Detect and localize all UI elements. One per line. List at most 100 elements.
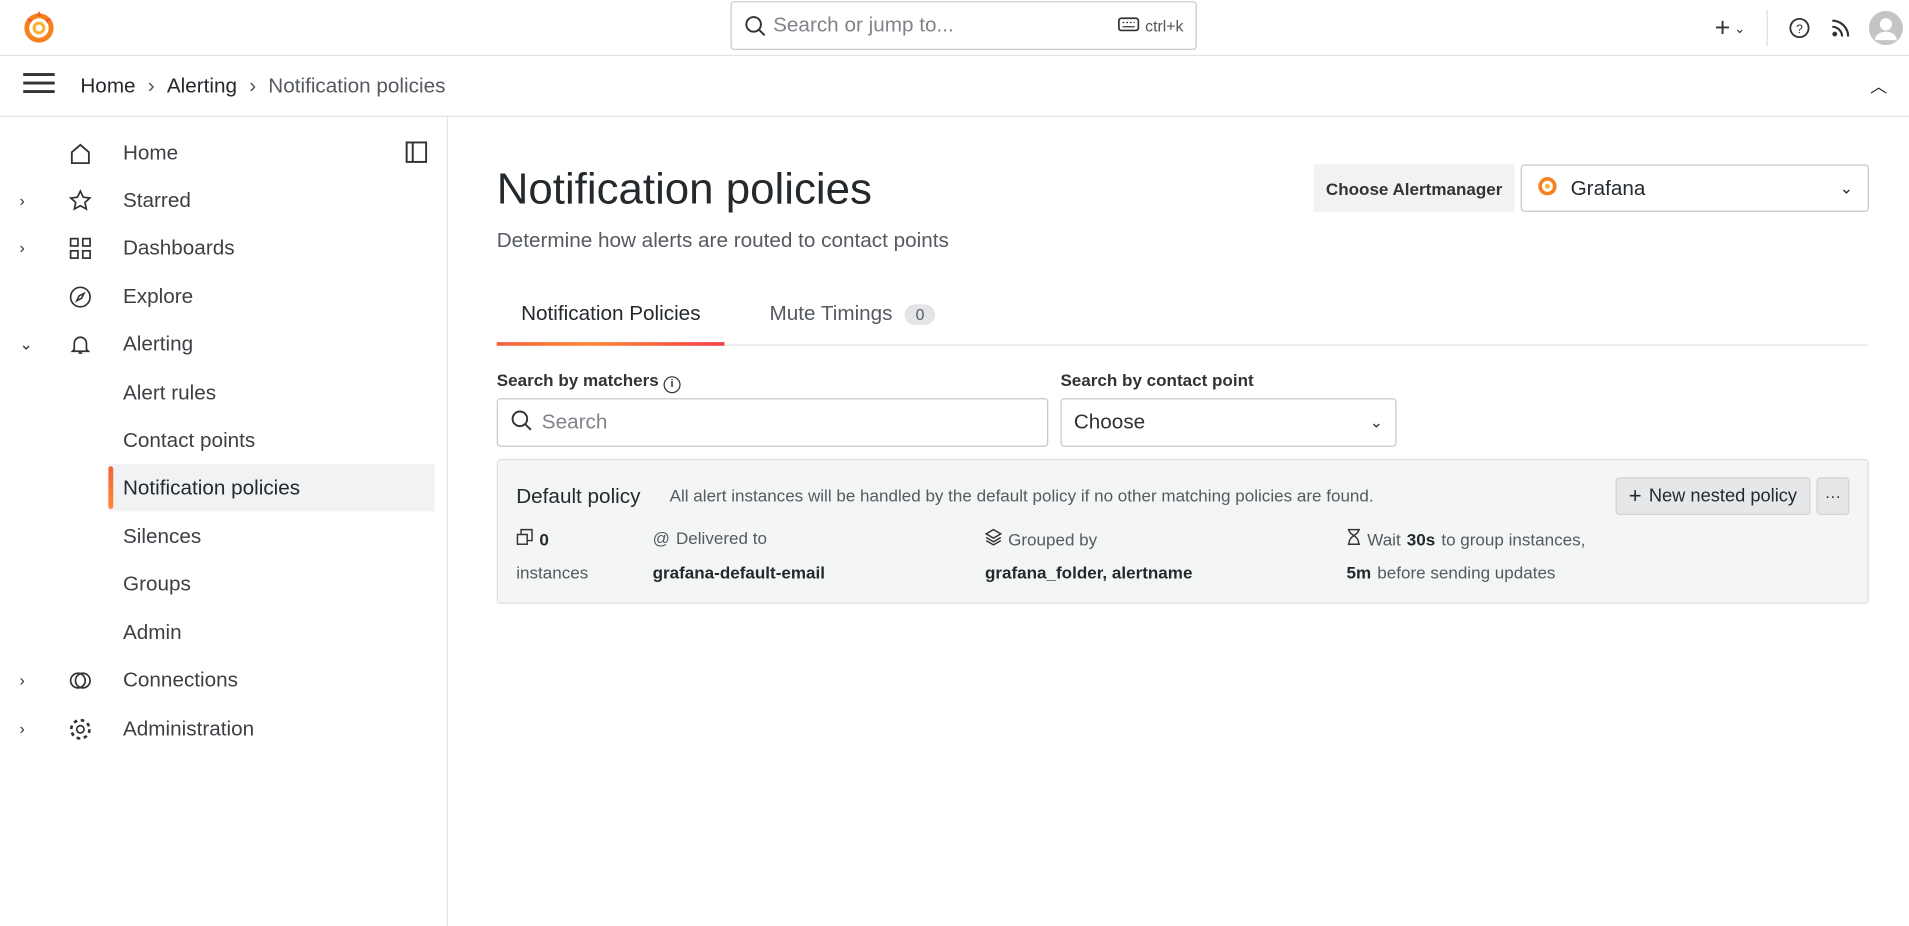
- wait-prefix: Wait: [1367, 529, 1401, 549]
- repeat-suffix: before sending updates: [1377, 562, 1556, 582]
- more-options-button[interactable]: ···: [1816, 477, 1850, 516]
- group-wait-value: 30s: [1406, 529, 1436, 549]
- top-bar: Search or jump to... ctrl+k + ⌄ ?: [0, 0, 1909, 57]
- dashboards-icon: [68, 236, 92, 260]
- menu-toggle-icon[interactable]: [23, 72, 55, 100]
- sidebar-item-contact-points[interactable]: Contact points: [0, 416, 435, 463]
- wait-suffix: to group instances,: [1441, 529, 1586, 549]
- chevron-down-icon: ⌄: [1839, 178, 1854, 197]
- group-interval-value: 5m: [1346, 562, 1372, 582]
- new-nested-policy-button[interactable]: + New nested policy: [1615, 477, 1811, 516]
- gear-icon: [68, 716, 92, 740]
- search-placeholder: Search or jump to...: [773, 13, 954, 37]
- tab-label: Mute Timings: [769, 301, 893, 326]
- bell-icon: [68, 332, 92, 356]
- sidebar-item-label: Contact points: [122, 427, 256, 452]
- sidebar-item-administration[interactable]: › Administration: [0, 705, 435, 752]
- contact-point-link[interactable]: grafana-default-email: [653, 562, 825, 581]
- alertmanager-select[interactable]: Grafana ⌄: [1520, 164, 1869, 212]
- breadcrumb-alerting[interactable]: Alerting: [167, 74, 237, 98]
- policy-title: Default policy: [516, 484, 641, 508]
- chevron-right-icon[interactable]: ›: [19, 239, 24, 257]
- delivered-label: Delivered to: [675, 528, 767, 548]
- tab-notification-policies[interactable]: Notification Policies: [496, 301, 725, 346]
- policy-description: All alert instances will be handled by t…: [669, 485, 1374, 506]
- sidebar-item-label: Administration: [122, 716, 255, 740]
- help-icon[interactable]: ?: [1782, 17, 1816, 39]
- collapse-chevron-icon[interactable]: ︿: [1870, 74, 1887, 98]
- tab-mute-timings[interactable]: Mute Timings 0: [745, 302, 960, 346]
- sidebar-item-notification-policies[interactable]: Notification policies: [108, 463, 435, 512]
- sidebar-item-silences[interactable]: Silences: [0, 513, 435, 560]
- svg-text:?: ?: [1796, 22, 1803, 36]
- keyboard-icon: [1117, 16, 1139, 34]
- hourglass-icon: [1347, 528, 1362, 549]
- page-title: Notification policies: [496, 163, 872, 214]
- sidebar-item-label: Alert rules: [122, 380, 217, 404]
- sidebar-item-label: Starred: [122, 188, 191, 212]
- breadcrumb-bar: Home › Alerting › Notification policies ︿: [0, 56, 1909, 117]
- add-new-button[interactable]: + ⌄: [1706, 12, 1755, 44]
- info-icon[interactable]: i: [663, 376, 681, 394]
- sidebar-item-label: Notification policies: [122, 475, 301, 499]
- instances-icon: [516, 528, 533, 549]
- compass-icon: [68, 284, 92, 308]
- sidebar-item-groups[interactable]: Groups: [0, 560, 435, 607]
- layers-icon: [984, 528, 1003, 549]
- breadcrumb-current: Notification policies: [268, 73, 446, 97]
- instances-count: 0: [539, 529, 549, 549]
- sidebar-item-admin[interactable]: Admin: [0, 609, 435, 656]
- grafana-logo[interactable]: [22, 9, 56, 52]
- matchers-label: Search by matchers i: [497, 370, 681, 394]
- sidebar-item-dashboards[interactable]: › Dashboards: [0, 224, 435, 271]
- plus-icon: +: [1628, 483, 1642, 508]
- sidebar-item-label: Silences: [122, 524, 202, 548]
- alertmanager-value: Grafana: [1570, 175, 1646, 200]
- contact-point-label: Search by contact point: [1060, 370, 1254, 390]
- search-icon: [510, 408, 532, 436]
- grouped-label: Grouped by: [1008, 529, 1098, 549]
- home-icon: [68, 141, 92, 165]
- sidebar-item-label: Connections: [122, 667, 239, 691]
- sidebar-item-explore[interactable]: Explore: [0, 273, 435, 320]
- select-placeholder: Choose: [1073, 410, 1146, 434]
- instances-label: instances: [516, 562, 589, 582]
- global-search-input[interactable]: Search or jump to... ctrl+k: [730, 1, 1197, 50]
- connections-icon: [68, 668, 92, 692]
- sidebar-item-label: Alerting: [122, 331, 194, 355]
- contact-point-select[interactable]: Choose ⌄: [1060, 398, 1397, 447]
- sidebar-item-label: Explore: [122, 284, 194, 308]
- default-policy-card: Default policy All alert instances will …: [496, 458, 1869, 604]
- sidebar-item-alert-rules[interactable]: Alert rules: [0, 369, 435, 416]
- grouped-value: grafana_folder, alertname: [984, 562, 1193, 582]
- chevron-down-icon[interactable]: ⌄: [19, 334, 32, 353]
- sidebar-item-alerting[interactable]: ⌄ Alerting: [0, 320, 435, 367]
- sidebar-item-label: Dashboards: [122, 235, 235, 259]
- grafana-logo-icon: [1536, 174, 1558, 202]
- search-placeholder: Search: [541, 410, 608, 434]
- user-avatar[interactable]: [1865, 10, 1906, 46]
- chevron-right-icon[interactable]: ›: [19, 191, 24, 209]
- chevron-right-icon[interactable]: ›: [19, 671, 24, 689]
- matchers-search-input[interactable]: Search: [496, 398, 1049, 447]
- alertmanager-label: Choose Alertmanager: [1313, 164, 1515, 212]
- divider: [1766, 9, 1768, 47]
- chevron-right-icon[interactable]: ›: [19, 720, 24, 738]
- sidebar-item-starred[interactable]: › Starred: [0, 177, 435, 224]
- tab-bar: Notification Policies Mute Timings 0: [496, 290, 1869, 346]
- sidebar-item-label: Groups: [122, 571, 191, 595]
- sidebar-item-connections[interactable]: › Connections: [0, 656, 435, 703]
- news-feed-icon[interactable]: [1817, 17, 1866, 39]
- breadcrumb-home[interactable]: Home: [80, 74, 135, 98]
- sidebar: Home › Starred › Dashboards Explore ⌄ Alert…: [0, 116, 449, 926]
- page-subtitle: Determine how alerts are routed to conta…: [496, 228, 949, 253]
- star-icon: [68, 188, 92, 212]
- sidebar-item-label: Admin: [122, 620, 182, 644]
- sidebar-item-label: Home: [122, 140, 179, 164]
- button-label: New nested policy: [1648, 485, 1798, 507]
- at-icon: @: [652, 528, 670, 548]
- sidebar-item-home[interactable]: Home: [0, 129, 435, 176]
- tab-label: Notification Policies: [521, 301, 701, 326]
- chevron-down-icon: ⌄: [1369, 412, 1384, 431]
- shortcut-hint: ctrl+k: [1145, 16, 1184, 35]
